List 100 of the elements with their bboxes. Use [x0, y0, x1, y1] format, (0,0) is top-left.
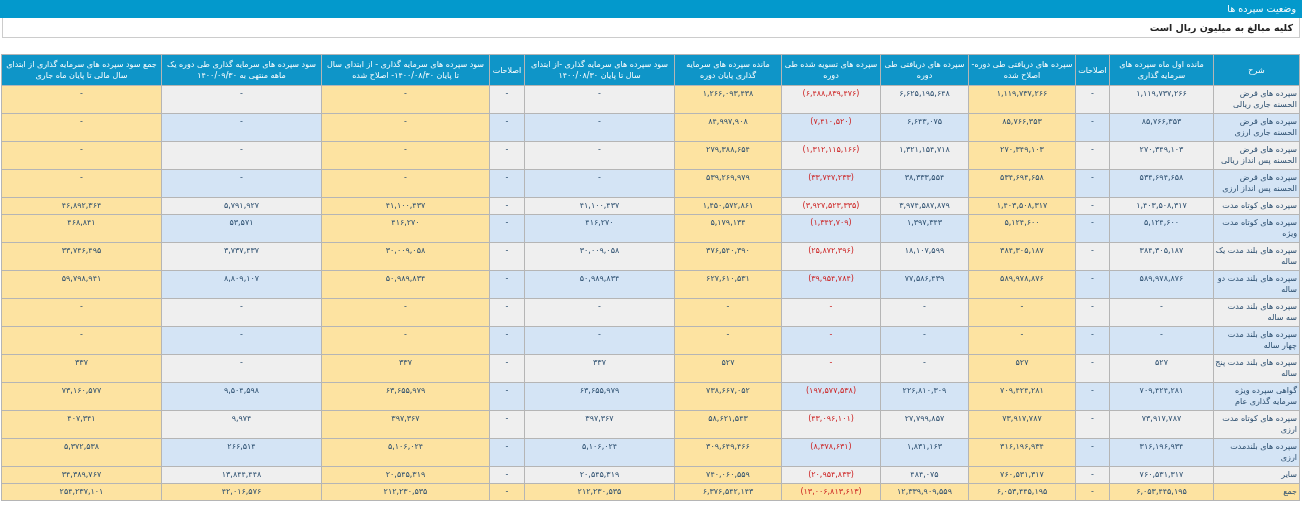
table-cell: ۵۰,۹۸۹,۸۳۴ [321, 270, 490, 299]
table-cell: ۶۲۷,۶۱۰,۵۳۱ [674, 270, 782, 299]
table-cell: ۳۹۷,۳۶۷ [524, 410, 675, 439]
table-cell: ۲۷۹,۳۸۸,۶۵۴ [674, 141, 782, 170]
table-cell: ۶۳,۶۵۵,۹۷۹ [321, 382, 490, 411]
table-cell: ۸۴,۹۹۷,۹۰۸ [674, 113, 782, 142]
table-cell: - [489, 113, 525, 142]
table-cell: ۷۷,۵۸۶,۴۳۹ [880, 270, 969, 299]
table-cell: - [1075, 270, 1110, 299]
table-cell: - [489, 354, 525, 383]
table-cell: - [489, 141, 525, 170]
table-cell: (۴۳,۰۹۶,۱۰۱) [781, 410, 881, 439]
table-cell: ۷۳,۹۱۷,۷۸۷ [968, 410, 1076, 439]
table-cell: ۷۰۹,۴۲۴,۲۸۱ [968, 382, 1076, 411]
table-cell: - [674, 298, 782, 327]
table-cell: - [524, 85, 675, 114]
table-cell: ۵۳۴,۶۹۴,۶۵۸ [968, 169, 1076, 198]
table-cell: ۳۳,۷۴۶,۴۹۵ [1, 242, 162, 271]
table-cell: - [1075, 438, 1110, 467]
table-cell: ۳۸,۳۳۳,۵۵۴ [880, 169, 969, 198]
column-header: جمع سود سپرده های سرمایه گذاری از ابتدای سال مالی تا پایان ماه جاری [1, 54, 162, 86]
table-cell: ۳۸۴,۳۰۵,۱۸۷ [968, 242, 1076, 271]
table-cell: - [489, 298, 525, 327]
table-cell: ۲۷۰,۳۴۹,۱۰۳ [1109, 141, 1214, 170]
table-cell: - [1075, 298, 1110, 327]
table-cell: ۴۶۸,۸۴۱ [1, 214, 162, 243]
table-cell: ۱,۳۲۱,۱۵۴,۷۱۸ [880, 141, 969, 170]
table-cell: ۴۱۶,۲۷۰ [524, 214, 675, 243]
table-cell: (۱,۳۱۲,۱۱۵,۱۶۶) [781, 141, 881, 170]
table-cell: - [489, 438, 525, 467]
note-text: کلیه مبالغ به میلیون ریال است [1149, 22, 1293, 33]
table-cell: ۷۳,۹۱۷,۷۸۷ [1109, 410, 1214, 439]
table-cell: - [968, 298, 1076, 327]
column-header: سود سپرده های سرمایه گذاری -از ابتدای سال تا پایان ۱۴۰۰/۰۸/۳۰ [524, 54, 675, 86]
table-cell: - [161, 326, 322, 355]
column-header: سپرده های دریافتی طی دوره- اصلاح شده [968, 54, 1076, 86]
table-cell: - [1109, 326, 1214, 355]
table-cell: - [1075, 354, 1110, 383]
column-header: مانده اول ماه سپرده های سرمایه گذاری [1109, 54, 1214, 86]
table-cell: - [1075, 169, 1110, 198]
table-cell: - [1, 169, 162, 198]
table-cell: - [1, 326, 162, 355]
table-cell: - [489, 382, 525, 411]
table-cell: - [321, 113, 490, 142]
table-cell: ۵۸۹,۹۷۸,۸۷۶ [968, 270, 1076, 299]
table-cell: - [321, 169, 490, 198]
table-cell: - [321, 141, 490, 170]
table-cell: ۷۳۸,۶۶۷,۰۵۲ [674, 382, 782, 411]
table-cell: ۱,۸۳۱,۱۶۳ [880, 438, 969, 467]
table-cell: - [489, 85, 525, 114]
table-cell: - [880, 298, 969, 327]
table-cell: ۸۵,۷۶۶,۳۵۳ [1109, 113, 1214, 142]
table-cell: ۶۳,۶۵۵,۹۷۹ [524, 382, 675, 411]
table-cell: - [161, 298, 322, 327]
table-cell: - [1075, 214, 1110, 243]
table-cell: ۵۲۷ [968, 354, 1076, 383]
table-cell: (۶,۴۸۸,۸۳۹,۴۷۶) [781, 85, 881, 114]
table-cell: ۸۵,۷۶۶,۳۵۳ [968, 113, 1076, 142]
row-label: سپرده های قرض الحسنه جاری ارزی [1213, 113, 1300, 142]
table-cell: - [880, 354, 969, 383]
table-cell: ۵۸۹,۹۷۸,۸۷۶ [1109, 270, 1214, 299]
row-label: سپرده های بلند مدت پنج ساله [1213, 354, 1300, 383]
table-cell: ۲۷۰,۳۴۹,۱۰۳ [968, 141, 1076, 170]
table-cell: - [161, 113, 322, 142]
row-label: سپرده های کوتاه مدت ویژه [1213, 214, 1300, 243]
table-cell: - [161, 141, 322, 170]
row-label: سپرده های قرض الحسنه پس انداز ریالی [1213, 141, 1300, 170]
table-cell: ۵۹,۷۹۸,۹۴۱ [1, 270, 162, 299]
column-header: اصلاحات [489, 54, 525, 86]
table-cell: - [524, 113, 675, 142]
table-cell: ۱,۱۱۹,۷۳۷,۲۶۶ [1109, 85, 1214, 114]
column-header: سپرده های دریافتی طی دوره [880, 54, 969, 86]
row-label: سپرده های بلندمدت ارزی [1213, 438, 1300, 467]
table-cell: ۳۳۷ [524, 354, 675, 383]
column-header: اصلاحات [1075, 54, 1110, 86]
table-cell: ۵۸,۶۲۱,۵۴۳ [674, 410, 782, 439]
table-cell: - [524, 298, 675, 327]
page-title: وضعیت سپرده ها [0, 0, 1302, 18]
table-cell: (۷,۴۱۰,۵۲۰) [781, 113, 881, 142]
table-cell: ۵,۱۲۴,۶۰۰ [968, 214, 1076, 243]
table-cell: ۳۰,۰۰۹,۰۵۸ [524, 242, 675, 271]
table-cell: ۵,۱۷۹,۱۳۴ [674, 214, 782, 243]
row-label: گواهی سپرده ویژه سرمایه گذاری عام [1213, 382, 1300, 411]
table-cell: ۵۲۷ [674, 354, 782, 383]
table-cell: - [161, 85, 322, 114]
table-cell: ۵۳۹,۲۶۹,۹۷۹ [674, 169, 782, 198]
row-label: سپرده های بلند مدت چهار ساله [1213, 326, 1300, 355]
table-cell: ۴۰۷,۳۴۱ [1, 410, 162, 439]
table-cell: ۹,۵۰۴,۵۹۸ [161, 382, 322, 411]
table-cell: ۵۳,۵۷۱ [161, 214, 322, 243]
table-cell: ۳۰۹,۶۴۹,۴۶۶ [674, 438, 782, 467]
table-cell: - [1075, 242, 1110, 271]
table-cell: - [1075, 85, 1110, 114]
row-label: سپرده های کوتاه مدت ارزی [1213, 410, 1300, 439]
table-cell: ۳۷۶,۵۴۰,۳۹۰ [674, 242, 782, 271]
table-cell: (۳۳,۷۴۷,۲۳۳) [781, 169, 881, 198]
table-cell: ۳۱۶,۱۹۶,۹۳۴ [968, 438, 1076, 467]
table-cell: - [161, 169, 322, 198]
table-cell: - [1, 113, 162, 142]
table-cell: ۱,۱۱۹,۷۳۷,۲۶۶ [968, 85, 1076, 114]
